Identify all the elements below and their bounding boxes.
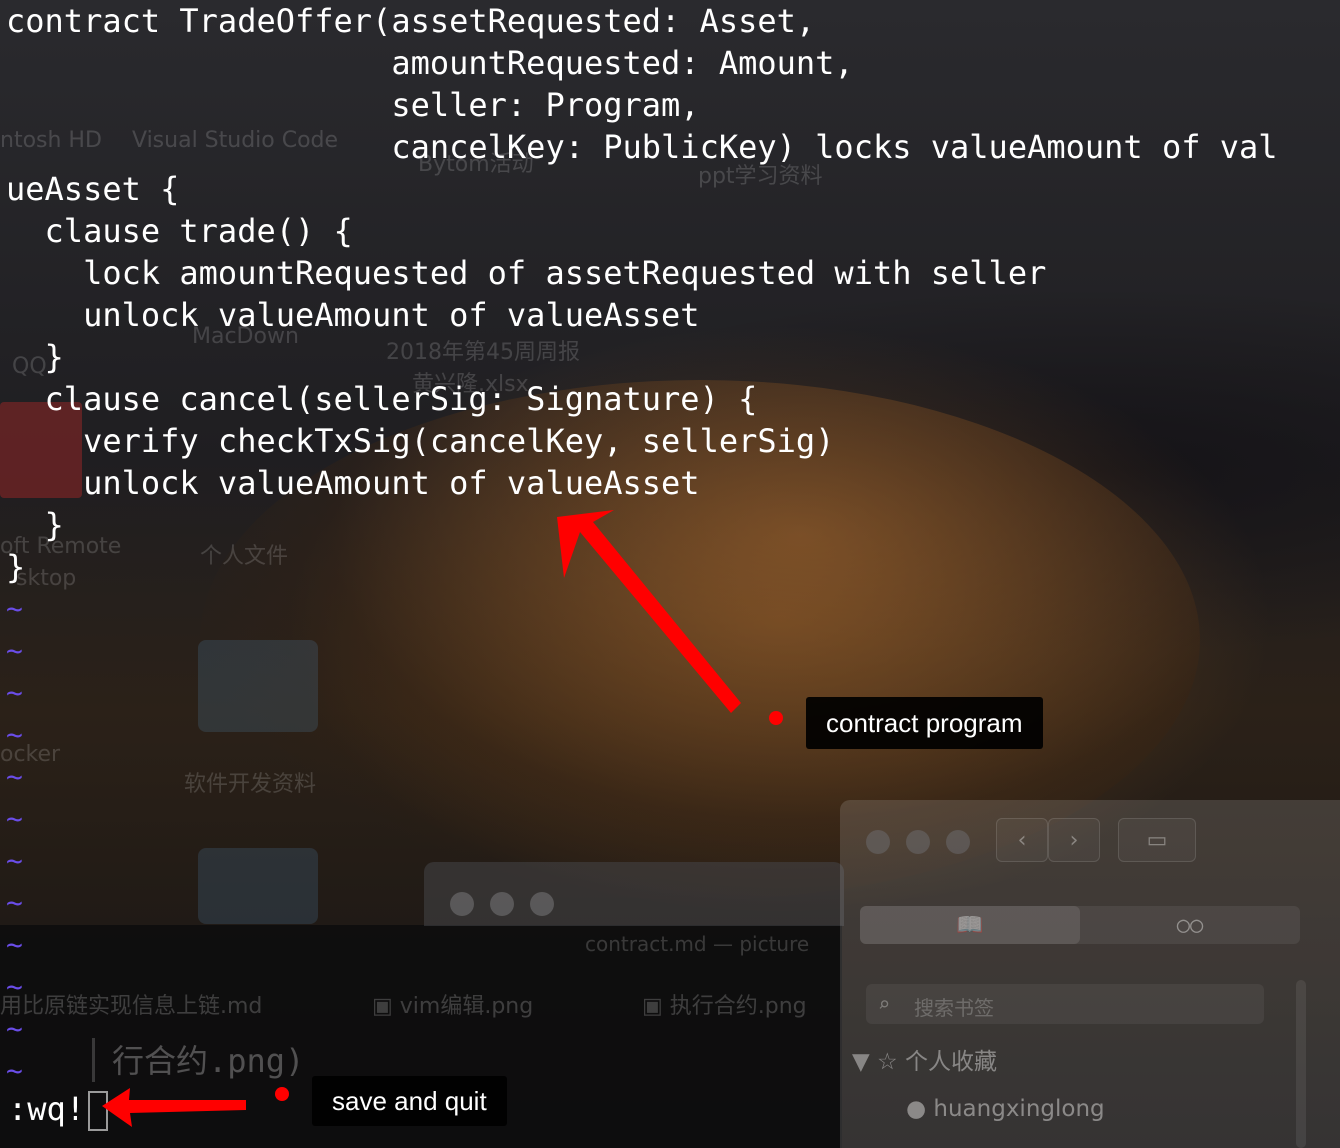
- glasses-icon: ○○: [1176, 912, 1204, 938]
- empty-line-tilde: ~: [6, 928, 23, 961]
- code-line: amountRequested: Amount,: [6, 44, 854, 82]
- empty-line-tilde: ~: [6, 802, 23, 835]
- empty-line-tilde: ~: [6, 634, 23, 667]
- favorites-folder[interactable]: ▼ ☆ 个人收藏: [852, 1042, 997, 1076]
- code-line: verify checkTxSig(cancelKey, sellerSig): [6, 422, 835, 460]
- bookmark-label: huangxinglong: [933, 1096, 1105, 1122]
- disclosure-triangle-icon[interactable]: ▼: [852, 1049, 870, 1075]
- close-dot-icon[interactable]: [866, 830, 890, 854]
- annotation-dot: [275, 1087, 289, 1101]
- code-line: lock amountRequested of assetRequested w…: [6, 254, 1047, 292]
- folder-icon: [198, 848, 318, 924]
- empty-line-tilde: ~: [6, 886, 23, 919]
- bookmark-search-input[interactable]: ⌕ 搜索书签: [866, 984, 1264, 1024]
- empty-line-tilde: ~: [6, 970, 23, 1003]
- desktop-label-dev-docs: 软件开发资料: [184, 772, 317, 797]
- sidebar-scrollbar[interactable]: [1296, 980, 1306, 1148]
- image-file-icon: ▣: [372, 994, 400, 1019]
- sidebar-toggle-button[interactable]: ▭: [1118, 818, 1196, 862]
- vim-command-line[interactable]: :wq!: [8, 1088, 85, 1130]
- tab-md-file[interactable]: 用比原链实现信息上链.md: [0, 988, 262, 1020]
- code-line: }: [6, 506, 64, 544]
- tab-run-contract-png[interactable]: ▣ 执行合约.png: [642, 988, 807, 1020]
- code-line: }: [6, 548, 26, 586]
- vim-buffer[interactable]: contract TradeOffer(assetRequested: Asse…: [6, 0, 1278, 588]
- github-icon: ●: [906, 1096, 927, 1122]
- book-icon: 📖: [956, 912, 984, 938]
- empty-line-tilde: ~: [6, 592, 23, 625]
- background-window: [424, 862, 844, 926]
- minimize-dot-icon: [490, 892, 514, 916]
- reading-list-tab[interactable]: ○○: [1080, 906, 1300, 944]
- forward-button[interactable]: ›: [1048, 818, 1100, 862]
- background-window-title: contract.md — picture: [585, 932, 810, 956]
- annotation-dot: [769, 711, 783, 725]
- bookmark-item[interactable]: ● huangxinglong: [906, 1096, 1105, 1122]
- folder-icon: [198, 640, 318, 732]
- empty-line-tilde: ~: [6, 844, 23, 877]
- tab-vim-png[interactable]: ▣ vim编辑.png: [372, 988, 533, 1020]
- chevron-right-icon: ›: [1069, 827, 1079, 853]
- contract-program-label: contract program: [806, 697, 1043, 749]
- image-file-icon: ▣: [642, 994, 670, 1019]
- code-line: unlock valueAmount of valueAsset: [6, 464, 700, 502]
- text-cursor: [88, 1091, 108, 1131]
- back-button[interactable]: ‹: [996, 818, 1048, 862]
- chevron-left-icon: ‹: [1017, 827, 1027, 853]
- code-line: }: [6, 338, 64, 376]
- code-line: unlock valueAmount of valueAsset: [6, 296, 700, 334]
- code-line: cancelKey: PublicKey) locks valueAmount …: [6, 128, 1278, 166]
- empty-line-tilde: ~: [6, 1054, 23, 1087]
- empty-line-tilde: ~: [6, 718, 23, 751]
- empty-line-tilde: ~: [6, 676, 23, 709]
- close-dot-icon: [450, 892, 474, 916]
- minimize-dot-icon[interactable]: [906, 830, 930, 854]
- bookmarks-tab[interactable]: 📖: [860, 906, 1080, 944]
- search-icon: ⌕: [878, 992, 891, 1016]
- sidebar-segmented-control: 📖 ○○: [860, 906, 1300, 944]
- empty-line-tilde: ~: [6, 760, 23, 793]
- code-line: contract TradeOffer(assetRequested: Asse…: [6, 2, 816, 40]
- zoom-dot-icon: [530, 892, 554, 916]
- zoom-dot-icon[interactable]: [946, 830, 970, 854]
- sidebar-icon: ▭: [1146, 827, 1168, 853]
- code-line: clause cancel(sellerSig: Signature) {: [6, 380, 758, 418]
- document-text: 行合约.png): [112, 1042, 305, 1080]
- code-line: seller: Program,: [6, 86, 700, 124]
- empty-line-tilde: ~: [6, 1012, 23, 1045]
- code-line: ueAsset {: [6, 170, 180, 208]
- search-placeholder: 搜索书签: [914, 996, 994, 1020]
- quote-bar: [92, 1038, 95, 1082]
- save-and-quit-label: save and quit: [312, 1076, 507, 1126]
- code-line: clause trade() {: [6, 212, 353, 250]
- favorites-label: 个人收藏: [904, 1049, 997, 1075]
- star-icon: ☆: [877, 1049, 898, 1075]
